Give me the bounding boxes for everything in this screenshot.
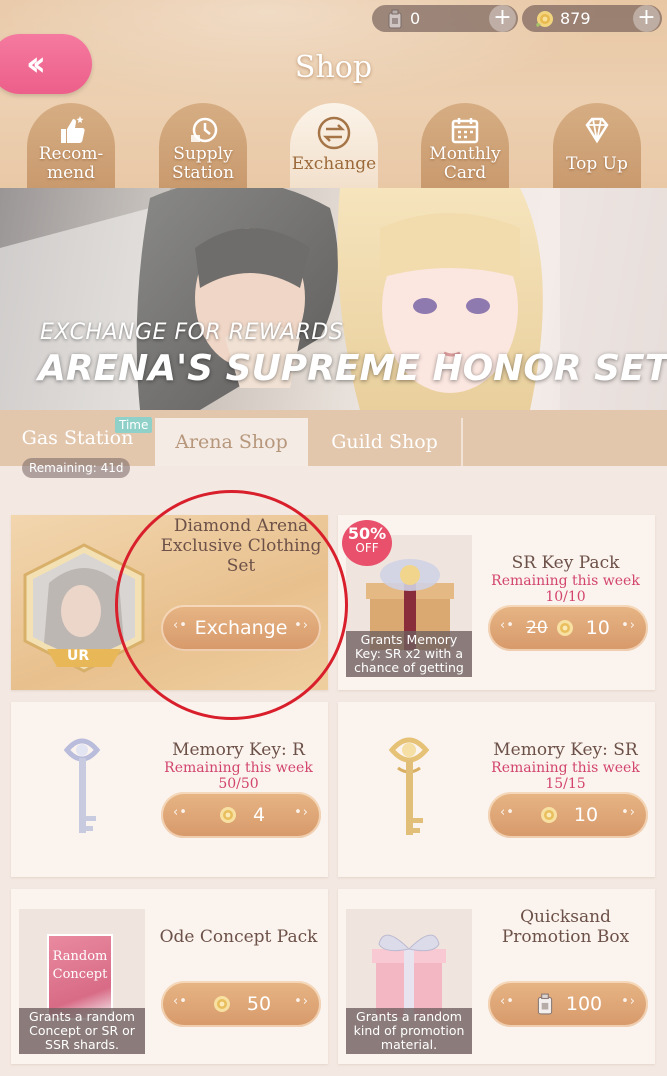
sr-key-pack-description: Grants Memory Key: SR x2 with a chance o…	[346, 631, 472, 677]
subtab-arena-shop-label: Arena Shop	[175, 431, 288, 453]
tab-supply-station-label: Supply Station	[171, 144, 235, 183]
memory-key-sr-remaining-count: 15/15	[545, 776, 586, 792]
ode-concept-pack-thumb: Random Concept Grants a random Concept o…	[19, 909, 145, 1054]
memory-key-sr-card[interactable]: Memory Key: SR Remaining this week 15/15…	[338, 702, 655, 877]
discount-off: OFF	[355, 541, 379, 555]
promo-banner[interactable]: EXCHANGE FOR REWARDS ARENA'S SUPREME HON…	[0, 188, 667, 410]
tab-supply-station[interactable]: Supply Station	[159, 103, 247, 188]
quicksand-box-card[interactable]: Grants a random kind of promotion materi…	[338, 889, 655, 1064]
tab-exchange[interactable]: Exchange	[290, 103, 378, 188]
discount-badge: 50% OFF	[342, 520, 392, 566]
exchange-button[interactable]: ‹• Exchange •›	[161, 605, 321, 651]
gas-canister-icon	[537, 993, 553, 1015]
random-concept-label: Random Concept	[52, 949, 108, 982]
rose-icon	[556, 620, 573, 636]
quicksand-box-price: 100	[565, 993, 603, 1015]
page-title: Shop	[294, 50, 373, 85]
ode-concept-pack-card[interactable]: Random Concept Grants a random Concept o…	[11, 889, 328, 1064]
btn-deco-right: •›	[294, 994, 309, 1009]
gas-currency-value: 0	[410, 9, 421, 28]
sr-key-pack-remaining-count: 10/10	[545, 589, 586, 605]
rose-icon	[534, 8, 556, 30]
tab-monthly-card-label: Monthly Card	[429, 144, 501, 183]
featured-item-card[interactable]: UR Diamond Arena Exclusive Clothing Set …	[11, 515, 328, 690]
gold-key-icon	[388, 737, 430, 835]
memory-key-r-remaining-count: 50/50	[218, 776, 259, 792]
memory-key-sr-thumb	[346, 720, 472, 862]
memory-key-r-price: 4	[252, 804, 266, 826]
sr-key-pack-old-price: 20	[526, 618, 548, 638]
add-gas-button[interactable]: +	[489, 5, 516, 32]
ode-concept-pack-buy-button[interactable]: ‹• 50 •›	[161, 981, 321, 1027]
subtab-guild-shop[interactable]: Guild Shop	[308, 418, 463, 466]
banner-subtitle: EXCHANGE FOR REWARDS	[40, 320, 344, 345]
gas-canister-icon	[384, 8, 406, 30]
time-limited-badge: Time	[115, 417, 153, 433]
quicksand-box-buy-button[interactable]: ‹• 100 •›	[488, 981, 648, 1027]
sr-key-pack-buy-button[interactable]: ‹• 20 10 •›	[488, 605, 648, 651]
rose-currency-counter: 879 +	[522, 5, 662, 32]
tab-recommend[interactable]: Recom- mend	[27, 103, 115, 188]
rose-icon	[219, 807, 236, 823]
memory-key-r-card[interactable]: Memory Key: R Remaining this week 50/50 …	[11, 702, 328, 877]
btn-deco-left: ‹•	[500, 994, 515, 1009]
btn-deco-right: •›	[294, 805, 309, 820]
memory-key-r-thumb	[19, 720, 145, 862]
exchange-button-label: Exchange	[194, 617, 288, 639]
memory-key-sr-price: 10	[573, 804, 599, 826]
subtab-arena-shop[interactable]: Arena Shop	[155, 418, 308, 466]
tab-exchange-label: Exchange	[291, 154, 377, 174]
btn-deco-left: ‹•	[173, 994, 188, 1009]
tab-top-up[interactable]: Top Up	[553, 103, 641, 188]
silver-key-icon	[63, 738, 101, 833]
sr-key-pack-price: 10	[585, 617, 610, 639]
tab-top-up-label: Top Up	[566, 154, 628, 174]
tab-recommend-label: Recom- mend	[38, 144, 104, 183]
btn-deco-right: •›	[621, 994, 636, 1009]
rose-currency-value: 879	[560, 9, 591, 28]
btn-deco-right: •›	[294, 618, 309, 633]
ode-concept-pack-description: Grants a random Concept or SR or SSR sha…	[19, 1008, 145, 1054]
featured-item-name: Diamond Arena Exclusive Clothing Set	[160, 516, 322, 576]
exchange-icon	[317, 116, 351, 150]
sr-key-pack-name: SR Key Pack	[511, 553, 620, 573]
quicksand-box-description: Grants a random kind of promotion materi…	[346, 1008, 472, 1054]
diamond-icon	[585, 117, 609, 144]
memory-key-r-buy-button[interactable]: ‹• 4 •›	[161, 792, 321, 838]
ode-concept-pack-price: 50	[246, 993, 272, 1015]
remaining-time-badge: Remaining: 41d	[22, 458, 131, 478]
banner-title: ARENA'S SUPREME HONOR SET	[38, 348, 667, 389]
memory-key-sr-name: Memory Key: SR	[493, 740, 638, 760]
btn-deco-left: ‹•	[500, 618, 515, 633]
btn-deco-left: ‹•	[173, 805, 188, 820]
add-rose-button[interactable]: +	[633, 5, 660, 32]
rose-icon	[540, 807, 557, 823]
rose-icon	[213, 996, 230, 1012]
memory-key-r-name: Memory Key: R	[172, 740, 305, 760]
subtab-guild-shop-label: Guild Shop	[331, 431, 438, 453]
btn-deco-right: •›	[621, 618, 636, 633]
btn-deco-right: •›	[621, 805, 636, 820]
quicksand-box-name: Quicksand Promotion Box	[501, 907, 630, 947]
memory-key-sr-buy-button[interactable]: ‹• 10 •›	[488, 792, 648, 838]
memory-key-sr-remaining-label: Remaining this week	[491, 760, 640, 776]
tab-monthly-card[interactable]: Monthly Card	[421, 103, 509, 188]
ur-badge: UR	[67, 648, 90, 664]
sr-key-pack-remaining-label: Remaining this week	[491, 573, 640, 589]
ode-concept-pack-name: Ode Concept Pack	[159, 927, 318, 947]
quicksand-box-thumb: Grants a random kind of promotion materi…	[346, 909, 472, 1054]
memory-key-r-remaining-label: Remaining this week	[164, 760, 313, 776]
gas-currency-counter: 0 +	[372, 5, 518, 32]
btn-deco-left: ‹•	[173, 618, 188, 633]
btn-deco-left: ‹•	[500, 805, 515, 820]
